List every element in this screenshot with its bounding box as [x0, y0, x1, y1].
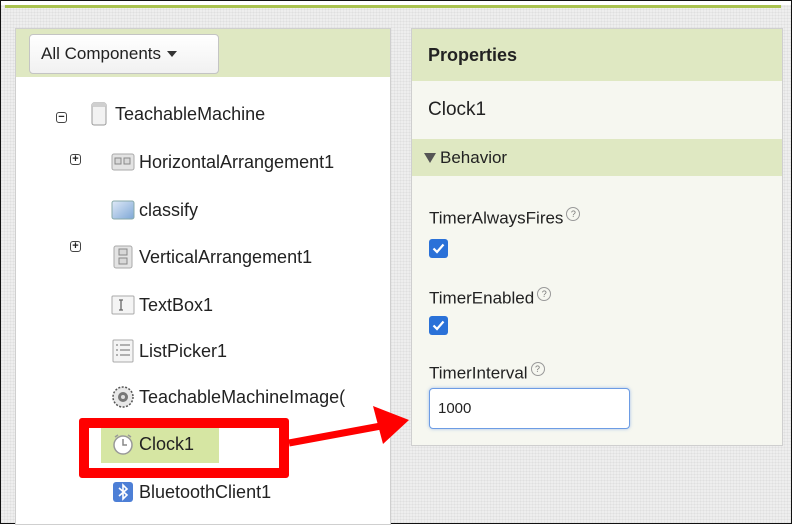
annotation-highlight-box	[79, 418, 289, 478]
top-accent-bar	[5, 5, 781, 8]
tree-item-teachablemachine[interactable]: TeachableMachine	[87, 102, 265, 126]
behavior-section-toggle[interactable]: Behavior	[412, 139, 782, 176]
all-components-label: All Components	[41, 44, 162, 63]
timer-always-fires-label: TimerAlwaysFires?	[429, 207, 581, 229]
tree-item-label: VerticalArrangement1	[139, 246, 313, 267]
tree-item-label: HorizontalArrangement1	[139, 151, 335, 172]
tree-item-textbox1[interactable]: TextBox1	[111, 293, 213, 317]
tree-item-label: TeachableMachine	[115, 103, 266, 124]
section-label: Behavior	[440, 147, 508, 167]
listpicker-icon	[112, 339, 134, 363]
collapse-toggle-icon[interactable]: −	[56, 112, 67, 123]
help-icon[interactable]: ?	[530, 362, 545, 376]
caret-down-icon	[167, 51, 178, 57]
tree-item-label: ListPicker1	[139, 340, 228, 361]
property-label-text: TimerEnabled	[429, 288, 535, 308]
bluetooth-icon	[113, 482, 133, 502]
properties-panel: Properties Clock1 Behavior TimerAlwaysFi…	[411, 28, 783, 446]
property-label-text: TimerAlwaysFires	[429, 208, 564, 228]
timer-enabled-checkbox[interactable]	[429, 316, 448, 335]
all-components-dropdown[interactable]: All Components	[29, 34, 219, 74]
tree-item-label: classify	[139, 199, 199, 220]
expand-toggle-icon[interactable]: +	[70, 241, 81, 252]
tree-item-horizontalarrangement1[interactable]: HorizontalArrangement1	[111, 150, 334, 174]
checkmark-icon	[432, 320, 445, 331]
timer-interval-input[interactable]	[429, 388, 630, 429]
teachable-machine-image-icon	[112, 386, 134, 408]
tree-item-label: TextBox1	[139, 294, 214, 315]
vertical-arrangement-icon	[113, 245, 133, 269]
checkmark-icon	[432, 243, 445, 254]
help-icon[interactable]: ?	[566, 207, 581, 221]
properties-header: Properties	[412, 29, 782, 81]
horizontal-arrangement-icon	[111, 153, 135, 171]
timer-interval-label: TimerInterval?	[429, 362, 545, 384]
designer-frame: All Components TeachableMachine − + Hori…	[0, 0, 792, 525]
timer-enabled-label: TimerEnabled?	[429, 287, 552, 309]
tree-item-bluetoothclient1[interactable]: BluetoothClient1	[111, 480, 271, 504]
components-panel-header: All Components	[16, 29, 390, 77]
textbox-icon	[111, 295, 135, 315]
selected-component-name: Clock1	[412, 81, 782, 139]
annotation-arrow	[288, 406, 409, 447]
triangle-down-icon	[424, 152, 436, 163]
tree-item-verticalarrangement1[interactable]: VerticalArrangement1	[111, 245, 312, 269]
screen-icon	[91, 102, 107, 126]
button-icon	[111, 200, 135, 220]
timer-always-fires-checkbox[interactable]	[429, 239, 448, 258]
tree-item-classify[interactable]: classify	[111, 198, 198, 222]
tree-item-listpicker1[interactable]: ListPicker1	[111, 339, 227, 363]
property-label-text: TimerInterval	[429, 363, 528, 383]
help-icon[interactable]: ?	[537, 287, 552, 301]
expand-toggle-icon[interactable]: +	[70, 154, 81, 165]
tree-item-label: BluetoothClient1	[139, 481, 272, 502]
